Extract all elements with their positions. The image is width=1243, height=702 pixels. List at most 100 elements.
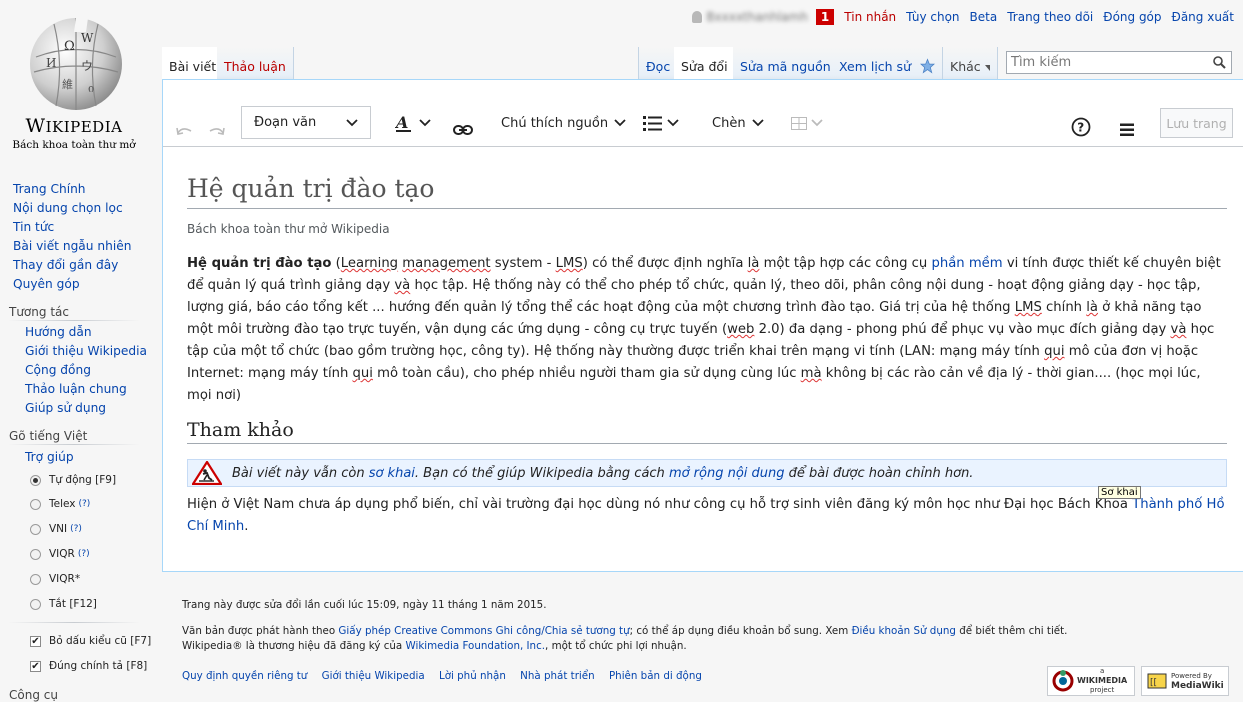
footer-license: Văn bản được phát hành theo Giấy phép Cr…	[182, 625, 1068, 637]
typing-mode-viqr[interactable]: VIQR (?)	[30, 548, 90, 560]
stub-link[interactable]: sơ khai	[369, 466, 415, 481]
typing-mode-off[interactable]: Tắt [F12]	[30, 598, 97, 610]
notification-badge[interactable]: 1	[815, 9, 835, 25]
menu-icon[interactable]	[1120, 115, 1134, 145]
personal-tools: Bxxxxthanhlamh 1 Tin nhắn Tùy chọn Beta …	[692, 9, 1234, 25]
typing-mode-viqr-star[interactable]: VIQR*	[30, 573, 80, 585]
mediawiki-icon: [[	[1147, 673, 1167, 689]
tab-history[interactable]: Xem lịch sử	[832, 47, 919, 80]
typing-help-link[interactable]: Trợ giúp	[25, 448, 74, 467]
insert-dropdown[interactable]: Chèn	[712, 108, 764, 138]
article-paragraph-2[interactable]: Hiện ở Việt Nam chưa áp dụng phổ biến, c…	[187, 494, 1227, 538]
more-menu[interactable]: Khác	[943, 47, 998, 80]
about-link[interactable]: Giới thiệu Wikipedia	[322, 670, 425, 682]
radio-button[interactable]	[30, 548, 41, 560]
section-heading-references[interactable]: Tham khảo	[187, 419, 1227, 444]
search-input[interactable]: Tìm kiếm	[1006, 51, 1232, 74]
logout-link[interactable]: Đăng xuất	[1172, 10, 1234, 24]
article-body[interactable]: Hệ quản trị đào tạo Bách khoa toàn thư m…	[187, 147, 1227, 538]
sidebar-heading-vietnamese-typing[interactable]: Gõ tiếng Việt	[9, 429, 87, 443]
list-dropdown[interactable]	[643, 108, 679, 138]
terms-link[interactable]: Điều khoản Sử dụng	[852, 625, 956, 637]
expand-content-link[interactable]: mở rộng nội dung	[669, 466, 785, 481]
sidebar-item-donate[interactable]: Quyên góp	[13, 275, 131, 294]
article-paragraph[interactable]: Hệ quản trị đào tạo (Learning management…	[187, 253, 1227, 407]
watch-star-button[interactable]	[913, 47, 943, 80]
radio-button[interactable]	[30, 474, 41, 486]
watchlist-link[interactable]: Trang theo dõi	[1007, 10, 1093, 24]
chevron-down-icon	[811, 119, 823, 127]
search-icon[interactable]	[1213, 56, 1226, 69]
sidebar-heading-tools[interactable]: Công cụ	[9, 688, 58, 702]
wmf-link[interactable]: Wikimedia Foundation, Inc.	[406, 640, 546, 652]
help-link[interactable]: (?)	[79, 499, 91, 509]
mobile-view-link[interactable]: Phiên bản di động	[609, 670, 702, 682]
sidebar-item-random[interactable]: Bài viết ngẫu nhiên	[13, 237, 131, 256]
link-phan-mem[interactable]: phần mềm	[931, 256, 1002, 271]
divider	[8, 444, 140, 445]
username-link[interactable]: Bxxxxthanhlamh	[706, 10, 808, 24]
tab-edit[interactable]: Sửa đổi	[674, 47, 736, 80]
developers-link[interactable]: Nhà phát triển	[520, 670, 595, 682]
link-icon[interactable]	[453, 115, 473, 145]
old-accent-checkbox[interactable]: ✔ Bỏ dấu kiểu cũ [F7]	[30, 635, 151, 647]
typing-mode-vni[interactable]: VNI (?)	[30, 523, 82, 535]
table-dropdown[interactable]	[791, 108, 823, 138]
sidebar-item-about[interactable]: Giới thiệu Wikipedia	[25, 342, 147, 361]
wikimedia-project-badge[interactable]: a WIKIMEDIA project	[1047, 666, 1135, 696]
sidebar-item-recent-changes[interactable]: Thay đổi gần đây	[13, 256, 131, 275]
sidebar-navigation: Trang Chính Nội dung chọn lọc Tin tức Bà…	[13, 180, 131, 294]
tab-edit-source[interactable]: Sửa mã nguồn	[733, 47, 839, 80]
page-title[interactable]: Hệ quản trị đào tạo	[187, 174, 1227, 209]
checkbox[interactable]: ✔	[30, 660, 41, 672]
typing-mode-auto[interactable]: Tự động [F9]	[30, 474, 116, 486]
checkbox[interactable]: ✔	[30, 635, 41, 647]
text-style-dropdown[interactable]: A	[395, 108, 431, 138]
spellcheck-checkbox[interactable]: ✔ Đúng chính tả [F8]	[30, 660, 147, 672]
help-icon[interactable]: ?	[1071, 112, 1091, 142]
wikipedia-wordmark: WIKIPEDIA	[25, 115, 123, 137]
beta-link[interactable]: Beta	[970, 10, 998, 24]
footer-links: Quy định quyền riêng tư Giới thiệu Wikip…	[182, 670, 713, 682]
sidebar-item-main-page[interactable]: Trang Chính	[13, 180, 131, 199]
save-page-button[interactable]: Lưu trang	[1160, 108, 1233, 138]
powered-by-mediawiki-badge[interactable]: [[ Powered By MediaWiki	[1141, 666, 1229, 696]
sidebar-item-featured[interactable]: Nội dung chọn lọc	[13, 199, 131, 218]
preferences-link[interactable]: Tùy chọn	[906, 10, 959, 24]
stub-notice[interactable]: Bài viết này vẫn còn sơ khai. Bạn có thể…	[187, 459, 1227, 487]
star-icon	[920, 58, 935, 74]
tooltip: Sơ khai	[1098, 486, 1141, 499]
sidebar-item-usage-help[interactable]: Giúp sử dụng	[25, 399, 147, 418]
sidebar-item-community[interactable]: Cộng đồng	[25, 361, 147, 380]
paragraph-format-dropdown[interactable]: Đoạn văn	[241, 106, 371, 139]
license-link[interactable]: Giấy phép Creative Commons Ghi công/Chia…	[338, 625, 629, 637]
chevron-down-icon	[419, 119, 431, 127]
svg-text:[[: [[	[1150, 678, 1157, 688]
sidebar-item-village-pump[interactable]: Thảo luận chung	[25, 380, 147, 399]
radio-button[interactable]	[30, 598, 41, 610]
disclaimer-link[interactable]: Lời phủ nhận	[439, 670, 506, 682]
redo-icon[interactable]	[207, 116, 225, 146]
svg-text:Ω: Ω	[64, 39, 75, 54]
sidebar-heading-interaction[interactable]: Tương tác	[9, 305, 69, 319]
tab-article[interactable]: Bài viết	[162, 47, 225, 80]
help-link[interactable]: (?)	[78, 549, 90, 559]
help-link[interactable]: (?)	[70, 524, 82, 534]
cite-dropdown[interactable]: Chú thích nguồn	[501, 108, 626, 138]
divider	[8, 622, 140, 623]
svg-text:И: И	[46, 56, 56, 70]
tab-talk[interactable]: Thảo luận	[217, 47, 294, 80]
messages-link[interactable]: Tin nhắn	[844, 10, 896, 24]
typing-mode-telex[interactable]: Telex (?)	[30, 498, 90, 510]
svg-text:?: ?	[1077, 121, 1084, 135]
wikipedia-logo[interactable]: Ω W И ウ 維 ი WIKIPEDIA Bách khoa toàn thư…	[0, 0, 160, 160]
sidebar-item-news[interactable]: Tin tức	[13, 218, 131, 237]
radio-button[interactable]	[30, 523, 41, 535]
undo-icon[interactable]	[176, 116, 194, 146]
privacy-link[interactable]: Quy định quyền riêng tư	[182, 670, 307, 682]
tab-read[interactable]: Đọc	[638, 47, 679, 80]
radio-button[interactable]	[30, 498, 41, 510]
radio-button[interactable]	[30, 573, 41, 585]
sidebar-item-help[interactable]: Hướng dẫn	[25, 323, 147, 342]
contributions-link[interactable]: Đóng góp	[1103, 10, 1161, 24]
